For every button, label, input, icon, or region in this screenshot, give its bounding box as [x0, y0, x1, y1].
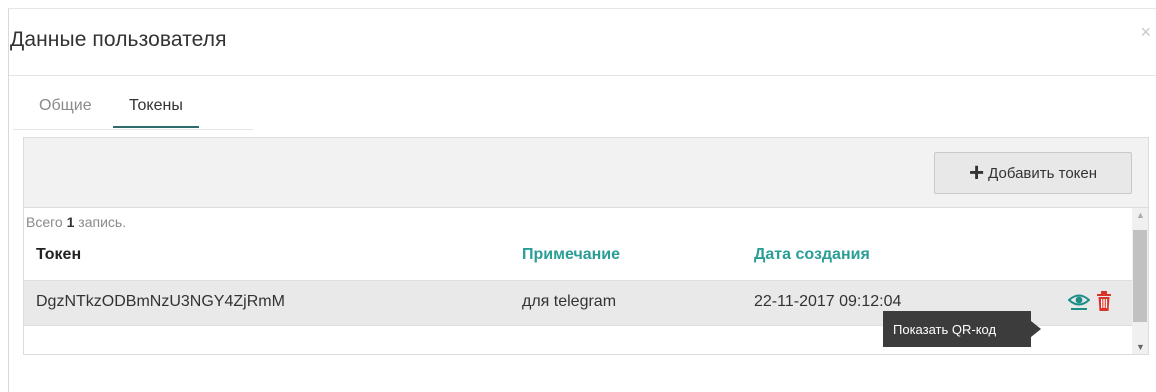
modal-title: Данные пользователя	[10, 28, 227, 51]
trash-icon[interactable]	[1096, 291, 1112, 316]
cell-note: для telegram	[522, 293, 617, 310]
eye-icon[interactable]	[1067, 291, 1091, 316]
tabs-bar: Общие Токены	[13, 91, 253, 130]
add-token-label: Добавить токен	[988, 164, 1098, 182]
cell-token: DgzNTkzODBmNzU3NGY4ZjRmM	[36, 293, 285, 310]
plus-icon: +	[968, 157, 985, 187]
modal-header: Данные пользователя ×	[9, 9, 1156, 76]
toolbar: + Добавить токен	[24, 138, 1148, 208]
tab-tokens[interactable]: Токены	[113, 97, 199, 128]
column-header-created[interactable]: Дата создания	[754, 246, 870, 264]
column-header-token: Токен	[36, 246, 82, 263]
scroll-up-arrow-icon[interactable]: ▲	[1136, 210, 1145, 220]
total-count: 1	[66, 214, 75, 230]
add-token-button[interactable]: + Добавить токен	[934, 152, 1132, 194]
close-button[interactable]: ×	[1140, 23, 1151, 41]
table-header: Токен Примечание Дата создания	[24, 246, 1132, 278]
scroll-down-arrow-icon[interactable]: ▼	[1136, 342, 1145, 352]
qr-tooltip: Показать QR-код	[883, 311, 1041, 347]
tab-general[interactable]: Общие	[39, 97, 92, 126]
column-header-note[interactable]: Примечание	[522, 246, 620, 264]
vertical-scrollbar[interactable]: ▲ ▼	[1132, 208, 1148, 354]
total-records: Всего 1 запись.	[26, 214, 126, 230]
cell-created: 22-11-2017 09:12:04	[754, 293, 902, 310]
total-prefix: Всего	[26, 214, 63, 230]
total-suffix: запись.	[78, 214, 127, 230]
scroll-thumb[interactable]	[1133, 230, 1147, 322]
